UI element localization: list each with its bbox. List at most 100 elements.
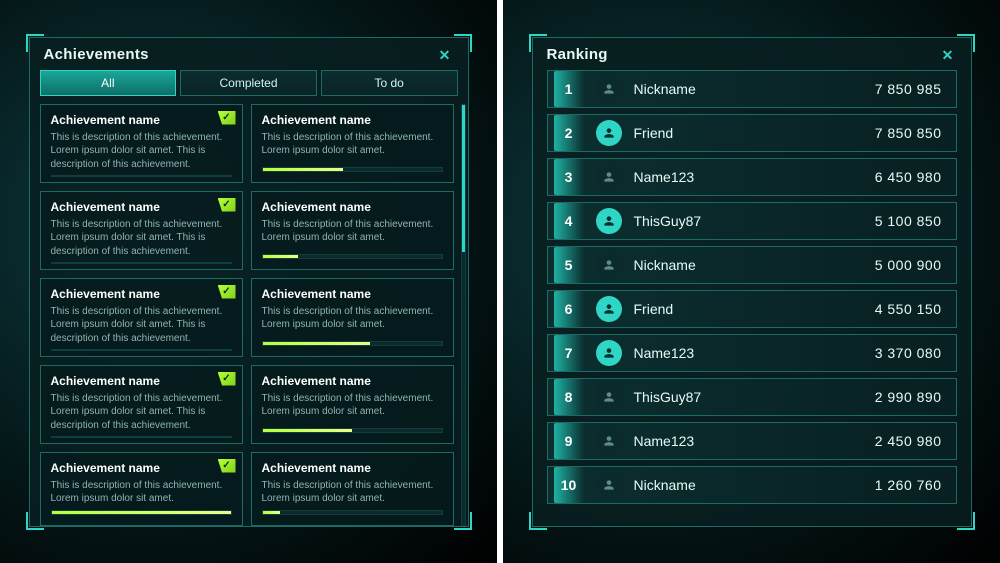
rank-number: 9 [554, 423, 584, 459]
achievement-name: Achievement name [51, 287, 232, 301]
ranking-list: 1Nickname7 850 9852Friend7 850 8503Name1… [533, 70, 971, 526]
player-name: Nickname [634, 477, 863, 493]
rank-number: 7 [554, 335, 584, 371]
achievement-description: This is description of this achievement.… [262, 305, 443, 332]
progress-bar [51, 175, 232, 177]
rank-number: 4 [554, 203, 584, 239]
achievement-card[interactable]: Achievement name This is description of t… [251, 104, 454, 183]
avatar-icon [596, 76, 622, 102]
player-name: Friend [634, 301, 863, 317]
player-name: Name123 [634, 345, 863, 361]
player-score: 3 370 080 [875, 345, 942, 361]
ranking-row[interactable]: 1 Nickname 7 850 985 [547, 70, 957, 108]
achievement-description: This is description of this achievement.… [51, 479, 232, 506]
achievement-card[interactable]: Achievement name This is description of t… [40, 365, 243, 444]
avatar-icon [596, 428, 622, 454]
achievement-description: This is description of this achievement.… [262, 131, 443, 158]
progress-bar [262, 428, 443, 433]
rank-number: 10 [554, 467, 584, 503]
achievement-card[interactable]: Achievement name This is description of t… [251, 452, 454, 526]
rank-number: 8 [554, 379, 584, 415]
avatar-icon [596, 472, 622, 498]
rank-number: 2 [554, 115, 584, 151]
player-name: Nickname [634, 257, 863, 273]
achievements-grid: Achievement name This is description of t… [40, 104, 462, 526]
scrollbar-thumb[interactable] [462, 105, 465, 252]
achievement-card[interactable]: Achievement nameThis is description of t… [251, 278, 454, 357]
achievement-name: Achievement name [51, 461, 232, 475]
achievement-name: Achievement name [51, 374, 232, 388]
achievement-name: Achievement name [262, 374, 443, 388]
achievements-tabs: AllCompletedTo do [30, 70, 468, 104]
ranking-row[interactable]: 2 Friend 7 850 850 [547, 114, 957, 152]
achievement-name: Achievement name [51, 200, 232, 214]
achievement-description: This is description of this achievement.… [51, 305, 232, 346]
player-name: Nickname [634, 81, 863, 97]
rank-number: 1 [554, 71, 584, 107]
achievement-description: This is description of this achievement.… [262, 218, 443, 245]
achievement-card[interactable]: Achievement name This is description of t… [40, 278, 243, 357]
progress-bar [51, 262, 232, 264]
ranking-row[interactable]: 8 ThisGuy87 2 990 890 [547, 378, 957, 416]
achievement-card[interactable]: Achievement name This is description of t… [40, 104, 243, 183]
achievement-name: Achievement name [262, 200, 443, 214]
rank-number: 5 [554, 247, 584, 283]
avatar-icon [596, 164, 622, 190]
progress-bar [262, 341, 443, 346]
player-score: 7 850 985 [875, 81, 942, 97]
tab-to-do[interactable]: To do [321, 70, 458, 96]
achievements-panel: Achievements ✕ AllCompletedTo do Achieve… [29, 37, 469, 527]
tab-completed[interactable]: Completed [180, 70, 317, 96]
achievement-description: This is description of this achievement.… [51, 392, 232, 433]
achievement-description: This is description of this achievement.… [262, 392, 443, 419]
progress-bar [51, 436, 232, 438]
player-name: Name123 [634, 169, 863, 185]
achievement-name: Achievement name [262, 461, 443, 475]
player-score: 2 990 890 [875, 389, 942, 405]
ranking-row[interactable]: 4 ThisGuy87 5 100 850 [547, 202, 957, 240]
ranking-row[interactable]: 9Name1232 450 980 [547, 422, 957, 460]
achievement-description: This is description of this achievement.… [51, 131, 232, 172]
rank-number: 6 [554, 291, 584, 327]
ranking-row[interactable]: 3Name1236 450 980 [547, 158, 957, 196]
achievement-name: Achievement name [262, 113, 443, 127]
avatar-icon [596, 252, 622, 278]
tab-all[interactable]: All [40, 70, 177, 96]
ranking-panel: Ranking ✕ 1 Nickname 7 850 985 2 Friend 7 850… [532, 37, 972, 527]
player-score: 1 260 760 [875, 477, 942, 493]
close-icon[interactable]: ✕ [939, 46, 957, 64]
close-icon[interactable]: ✕ [436, 46, 454, 64]
avatar-icon [596, 384, 622, 410]
achievement-card[interactable]: Achievement name This is description of t… [251, 365, 454, 444]
player-name: ThisGuy87 [634, 389, 863, 405]
avatar-icon [596, 340, 622, 366]
player-name: Name123 [634, 433, 863, 449]
player-score: 7 850 850 [875, 125, 942, 141]
scrollbar[interactable] [461, 104, 466, 526]
achievement-description: This is description of this achievement.… [262, 479, 443, 506]
achievement-card[interactable]: Achievement name This is description of t… [40, 191, 243, 270]
avatar-icon [596, 208, 622, 234]
progress-bar [262, 167, 443, 172]
player-score: 6 450 980 [875, 169, 942, 185]
player-name: Friend [634, 125, 863, 141]
player-name: ThisGuy87 [634, 213, 863, 229]
ranking-row[interactable]: 10 Nickname 1 260 760 [547, 466, 957, 504]
achievement-card[interactable]: Achievement name This is description of t… [251, 191, 454, 270]
achievement-name: Achievement name [51, 113, 232, 127]
avatar-icon [596, 296, 622, 322]
achievement-description: This is description of this achievement.… [51, 218, 232, 259]
progress-bar [262, 254, 443, 259]
progress-bar [262, 510, 443, 515]
player-score: 5 000 900 [875, 257, 942, 273]
achievement-card[interactable]: Achievement name This is description of t… [40, 452, 243, 526]
ranking-row[interactable]: 7 Name123 3 370 080 [547, 334, 957, 372]
ranking-title: Ranking [547, 46, 608, 63]
avatar-icon [596, 120, 622, 146]
achievements-title: Achievements [44, 46, 149, 63]
ranking-row[interactable]: 6 Friend 4 550 150 [547, 290, 957, 328]
player-score: 5 100 850 [875, 213, 942, 229]
ranking-row[interactable]: 5 Nickname 5 000 900 [547, 246, 957, 284]
progress-bar [51, 510, 232, 515]
player-score: 4 550 150 [875, 301, 942, 317]
